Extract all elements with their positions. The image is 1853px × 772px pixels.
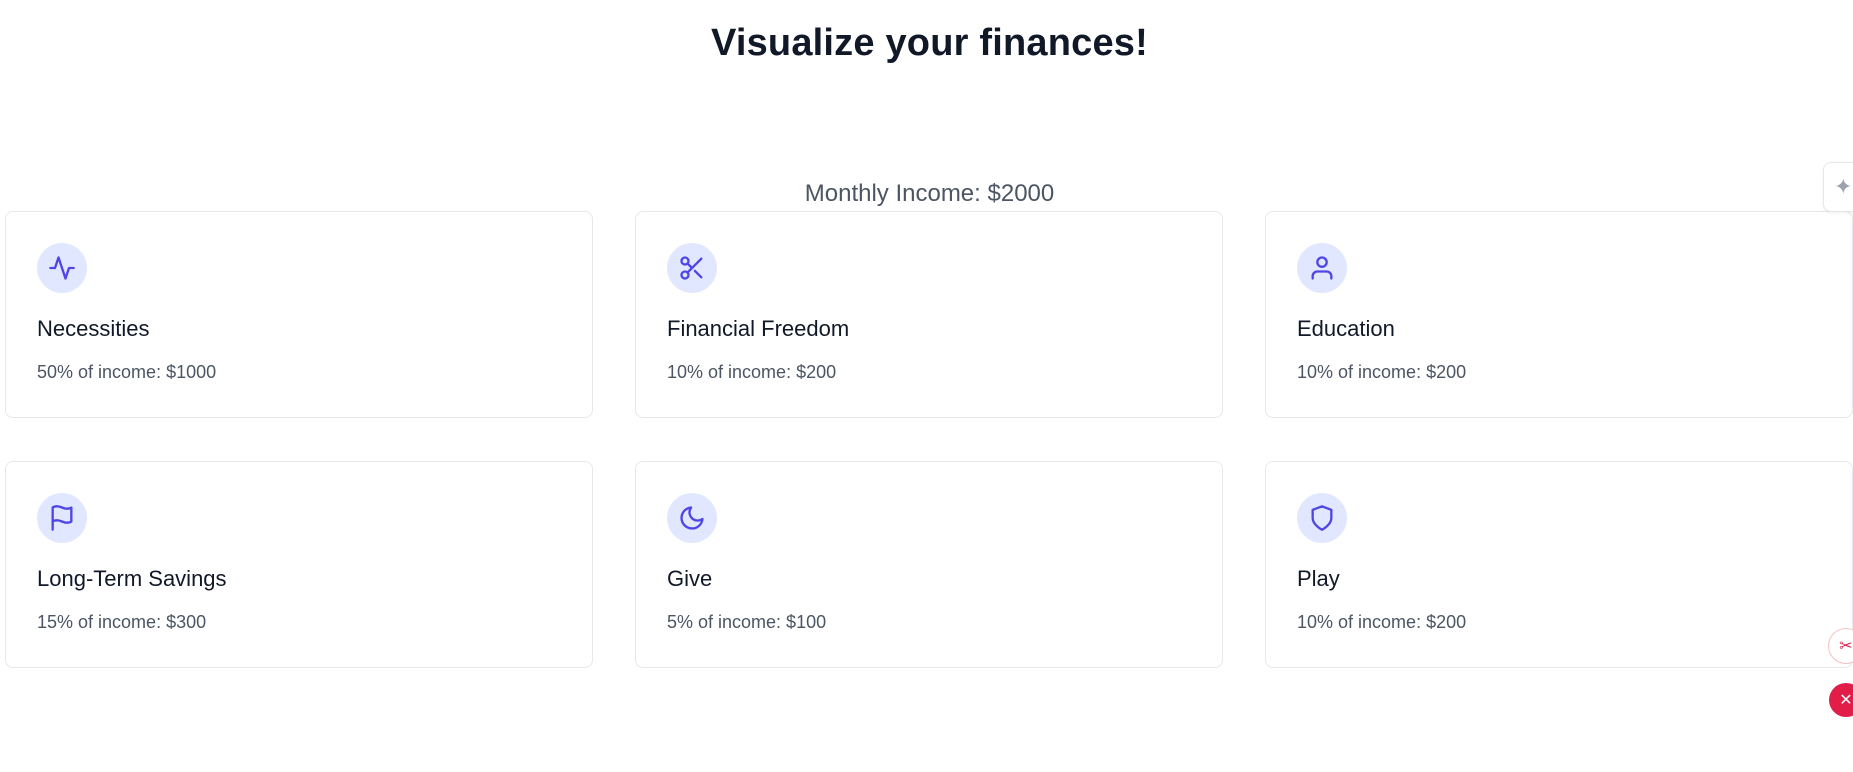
card-description: 5% of income: $100 [667, 612, 827, 632]
card-necessities: Necessities 50% of income: $1000 [5, 211, 593, 418]
scissors-icon [667, 243, 717, 293]
close-icon: ✕ [1839, 692, 1853, 709]
card-financial-freedom: Financial Freedom 10% of income: $200 [635, 211, 1223, 418]
flag-icon [37, 493, 87, 543]
card-title: Long-Term Savings [37, 566, 227, 591]
card-education: Education 10% of income: $200 [1265, 211, 1853, 418]
scissors-icon: ✂ [1839, 638, 1853, 655]
activity-icon [37, 243, 87, 293]
card-title: Necessities [37, 316, 150, 341]
shield-icon [1297, 493, 1347, 543]
card-description: 15% of income: $300 [37, 612, 207, 632]
moon-icon [667, 493, 717, 543]
card-description: 10% of income: $200 [1297, 612, 1467, 632]
card-title: Education [1297, 316, 1395, 341]
card-title: Financial Freedom [667, 316, 850, 341]
extension-tab[interactable]: ✦ [1823, 162, 1853, 212]
user-icon [1297, 243, 1347, 293]
card-title: Give [667, 566, 713, 591]
card-description: 10% of income: $200 [1297, 362, 1467, 382]
card-description: 50% of income: $1000 [37, 362, 217, 382]
card-title: Play [1297, 566, 1340, 591]
puzzle-icon: ✦ [1834, 174, 1853, 199]
card-give: Give 5% of income: $100 [635, 461, 1223, 668]
monthly-income: Monthly Income: $2000 [804, 180, 1055, 207]
card-description: 10% of income: $200 [667, 362, 837, 382]
page-title: Visualize your finances! [710, 22, 1149, 64]
card-play: Play 10% of income: $200 [1265, 461, 1853, 668]
close-float-button[interactable]: ✕ [1829, 683, 1853, 717]
card-long-term-savings: Long-Term Savings 15% of income: $300 [5, 461, 593, 668]
